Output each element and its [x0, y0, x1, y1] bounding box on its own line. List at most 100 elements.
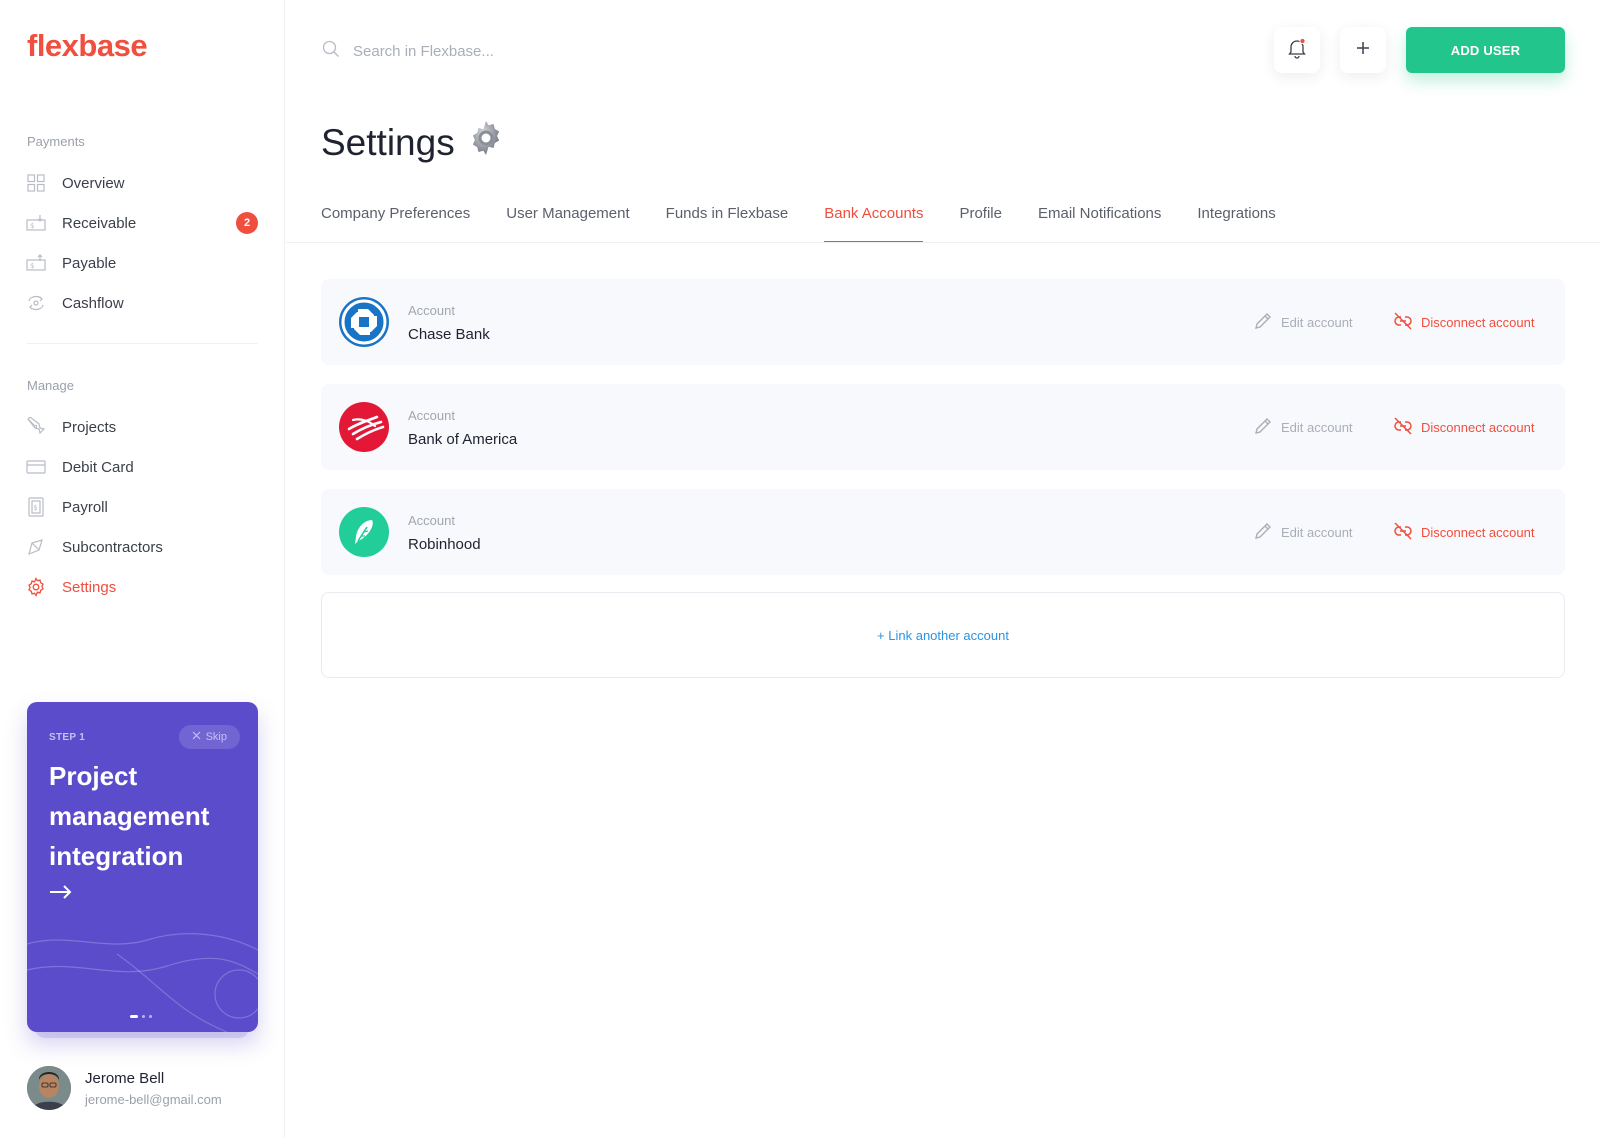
disconnect-account-button[interactable]: Disconnect account — [1393, 312, 1534, 333]
tabs-divider — [286, 242, 1600, 243]
notifications-button[interactable] — [1274, 27, 1320, 73]
promo-title: Project management integration — [49, 761, 210, 871]
sidebar-item-label: Overview — [62, 174, 125, 192]
sidebar-item-payroll[interactable]: $ Payroll — [26, 492, 258, 522]
edit-account-button[interactable]: Edit account — [1254, 522, 1353, 543]
carousel-dots — [130, 1015, 152, 1018]
pencil-icon — [1254, 522, 1272, 543]
chase-logo-icon — [339, 297, 389, 347]
sidebar-item-receivable[interactable]: $ Receivable 2 — [26, 208, 258, 238]
skip-button[interactable]: Skip — [178, 725, 240, 749]
edit-account-label: Edit account — [1281, 525, 1353, 540]
edit-account-button[interactable]: Edit account — [1254, 417, 1353, 438]
pen-tool-icon — [26, 417, 46, 437]
close-icon — [192, 731, 201, 743]
pencil-icon — [1254, 417, 1272, 438]
sidebar-item-label: Receivable — [62, 214, 137, 232]
payroll-icon: $ — [26, 497, 46, 517]
sidebar-item-subcontractors[interactable]: Subcontractors — [26, 532, 258, 562]
cashflow-icon — [26, 293, 46, 313]
sidebar-item-overview[interactable]: Overview — [26, 168, 258, 198]
sidebar-divider — [27, 343, 258, 344]
link-another-account-button[interactable]: + Link another account — [321, 592, 1565, 678]
search-input[interactable] — [353, 43, 653, 60]
unlink-icon — [1393, 522, 1413, 543]
robinhood-logo-icon — [339, 507, 389, 557]
grid-icon — [26, 173, 46, 193]
carousel-dot-active[interactable] — [130, 1015, 138, 1018]
tab-email-notifications[interactable]: Email Notifications — [1038, 198, 1161, 243]
promo-step-label: STEP 1 — [49, 732, 86, 743]
svg-text:$: $ — [30, 222, 34, 230]
section-label-manage: Manage — [27, 378, 74, 393]
sidebar-item-label: Settings — [62, 578, 117, 596]
plus-icon — [1356, 41, 1370, 60]
sidebar: flexbase Payments Overview $ Receivable … — [0, 0, 285, 1138]
svg-text:$: $ — [30, 262, 34, 270]
tab-funds-in-flexbase[interactable]: Funds in Flexbase — [666, 198, 789, 243]
search-icon — [322, 40, 340, 63]
page-title: Settings — [321, 121, 455, 163]
carousel-dot[interactable] — [142, 1015, 145, 1018]
search-bar[interactable] — [322, 40, 653, 63]
bank-account-row: Account Bank of America Edit account Dis… — [321, 384, 1565, 470]
card-icon — [26, 457, 46, 477]
pencil-icon — [1254, 312, 1272, 333]
disconnect-account-button[interactable]: Disconnect account — [1393, 522, 1534, 543]
user-email: jerome-bell@gmail.com — [85, 1091, 222, 1107]
sidebar-item-label: Payroll — [62, 498, 108, 516]
arrow-right-icon[interactable] — [49, 884, 73, 905]
page-title-wrap: Settings — [321, 119, 505, 166]
add-user-button[interactable]: ADD USER — [1406, 27, 1565, 73]
sidebar-item-payable[interactable]: $ Payable — [26, 248, 258, 278]
unlink-icon — [1393, 312, 1413, 333]
gear-emoji-icon — [467, 119, 505, 166]
money-out-icon: $ — [26, 253, 46, 273]
edit-account-button[interactable]: Edit account — [1254, 312, 1353, 333]
sidebar-item-label: Payable — [62, 254, 117, 272]
tab-company-preferences[interactable]: Company Preferences — [321, 198, 470, 243]
edit-account-label: Edit account — [1281, 315, 1353, 330]
sidebar-item-debit-card[interactable]: Debit Card — [26, 452, 258, 482]
sidebar-item-label: Debit Card — [62, 458, 134, 476]
sidebar-item-label: Subcontractors — [62, 538, 163, 556]
sidebar-item-settings[interactable]: Settings — [26, 572, 258, 602]
avatar — [27, 1066, 71, 1110]
bank-account-row: Account Chase Bank Edit account Disconne… — [321, 279, 1565, 365]
settings-tabs: Company Preferences User Management Fund… — [321, 198, 1312, 243]
edit-account-label: Edit account — [1281, 420, 1353, 435]
user-name: Jerome Bell — [85, 1069, 165, 1087]
tab-bank-accounts[interactable]: Bank Accounts — [824, 198, 924, 243]
link-another-account-label: + Link another account — [877, 627, 1009, 643]
bank-of-america-logo-icon — [339, 402, 389, 452]
svg-text:$: $ — [33, 504, 37, 512]
tab-user-management[interactable]: User Management — [506, 198, 629, 243]
bell-icon — [1286, 37, 1308, 64]
notification-badge: 2 — [236, 212, 258, 234]
account-label: Account — [408, 303, 455, 318]
sidebar-item-cashflow[interactable]: Cashflow — [26, 288, 258, 318]
sidebar-item-projects[interactable]: Projects — [26, 412, 258, 442]
account-label: Account — [408, 408, 455, 423]
account-label: Account — [408, 513, 455, 528]
disconnect-account-button[interactable]: Disconnect account — [1393, 417, 1534, 438]
gear-icon — [26, 577, 46, 597]
carousel-dot[interactable] — [149, 1015, 152, 1018]
tab-profile[interactable]: Profile — [959, 198, 1002, 243]
sidebar-item-label: Projects — [62, 418, 117, 436]
add-button[interactable] — [1340, 27, 1386, 73]
money-in-icon: $ — [26, 213, 46, 233]
disconnect-account-label: Disconnect account — [1421, 315, 1535, 330]
skip-label: Skip — [205, 731, 227, 743]
section-label-payments: Payments — [27, 134, 85, 149]
current-user[interactable]: Jerome Bell jerome-bell@gmail.com — [27, 1066, 222, 1110]
tab-integrations[interactable]: Integrations — [1197, 198, 1275, 243]
subcontractor-icon — [26, 537, 46, 557]
sidebar-item-label: Cashflow — [62, 294, 124, 312]
disconnect-account-label: Disconnect account — [1421, 525, 1535, 540]
account-name: Bank of America — [408, 431, 518, 448]
onboarding-promo-card[interactable]: STEP 1 Skip Project management integrati… — [27, 702, 258, 1032]
account-name: Chase Bank — [408, 326, 490, 343]
app-logo[interactable]: flexbase — [27, 28, 148, 64]
disconnect-account-label: Disconnect account — [1421, 420, 1535, 435]
